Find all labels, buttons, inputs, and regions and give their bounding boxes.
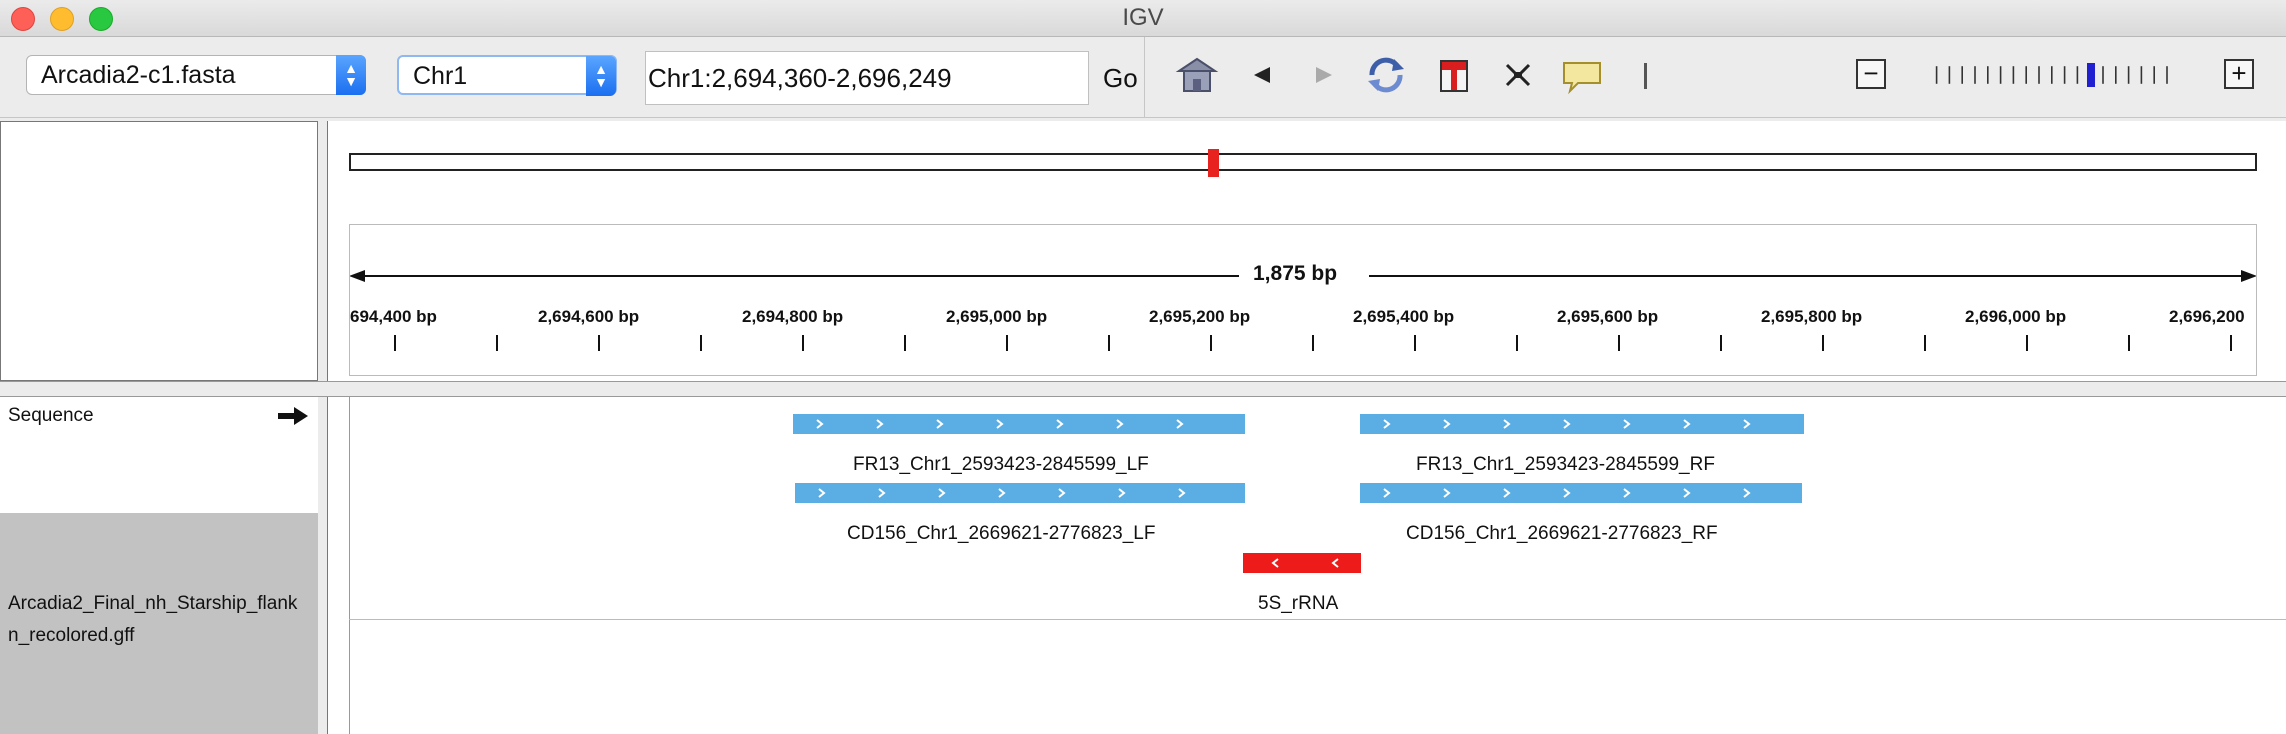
chevron-updown-icon: ▲ ▼ <box>586 56 616 96</box>
chromosome-dropdown[interactable]: Chr1 ▲ ▼ <box>397 55 617 96</box>
feature-fr13-lf[interactable] <box>793 414 1245 434</box>
feature-label: CD156_Chr1_2669621-2776823_LF <box>847 523 1156 544</box>
home-icon[interactable] <box>1175 55 1219 95</box>
window-titlebar: IGV <box>0 0 2286 37</box>
go-button[interactable]: Go <box>1103 63 1138 94</box>
zoom-slider-thumb[interactable] <box>2087 63 2095 87</box>
gff-track-label-line1: Arcadia2_Final_nh_Starship_flank <box>8 593 298 614</box>
track-separator <box>349 619 2286 620</box>
chevron-updown-icon: ▲ ▼ <box>336 55 366 95</box>
ruler-line-icon[interactable] <box>1640 55 1650 95</box>
name-panel-splitter[interactable] <box>318 121 327 734</box>
toolbar: Arcadia2-c1.fasta ▲ ▼ Chr1 ▲ ▼ Chr1:2,694,… <box>0 37 2286 118</box>
forward-arrow-icon[interactable] <box>1312 55 1336 95</box>
track-data-panel: FR13_Chr1_2593423-2845599_LF FR13_Chr1_2… <box>327 397 2286 734</box>
feature-fr13-rf[interactable] <box>1360 414 1804 434</box>
feature-label: FR13_Chr1_2593423-2845599_RF <box>1416 454 1715 475</box>
chromosome-ideogram[interactable] <box>349 153 2257 171</box>
panel-splitter[interactable] <box>0 381 2286 397</box>
feature-label: CD156_Chr1_2669621-2776823_RF <box>1406 523 1718 544</box>
back-arrow-icon[interactable] <box>1250 55 1274 95</box>
genome-dropdown[interactable]: Arcadia2-c1.fasta ▲ ▼ <box>26 55 366 95</box>
feature-5s-rrna[interactable] <box>1243 553 1361 573</box>
zoom-in-button[interactable]: + <box>2224 59 2254 89</box>
ruler-frame <box>349 224 2257 376</box>
refresh-icon[interactable] <box>1364 55 1408 95</box>
gff-track-label-line2: n_recolored.gff <box>8 625 135 646</box>
gff-track-name[interactable]: Arcadia2_Final_nh_Starship_flank n_recol… <box>0 513 318 734</box>
sequence-track-label[interactable]: Sequence <box>8 405 94 427</box>
strand-arrow-icon[interactable] <box>276 405 310 427</box>
chromosome-dropdown-value: Chr1 <box>413 62 468 90</box>
track-left-border <box>349 397 350 734</box>
popup-info-icon[interactable] <box>1560 55 1604 95</box>
zoom-slider[interactable] <box>1905 63 2205 87</box>
current-region-marker <box>1208 149 1219 177</box>
window-title: IGV <box>1122 4 1164 31</box>
genome-dropdown-value: Arcadia2-c1.fasta <box>41 61 236 89</box>
resize-to-window-icon[interactable] <box>1503 55 1533 95</box>
feature-cd156-rf[interactable] <box>1360 483 1802 503</box>
header-name-panel <box>0 121 318 381</box>
zoom-out-button[interactable]: − <box>1856 59 1886 89</box>
locus-input[interactable]: Chr1:2,694,360-2,696,249 <box>645 51 1089 105</box>
region-of-interest-icon[interactable] <box>1438 55 1470 95</box>
feature-cd156-lf[interactable] <box>795 483 1245 503</box>
toolbar-divider <box>1144 37 1145 117</box>
feature-label: 5S_rRNA <box>1258 593 1339 614</box>
feature-label: FR13_Chr1_2593423-2845599_LF <box>853 454 1149 475</box>
header-data-panel: 1,875 bp 694,400 bp 2,694,600 bp 2,694,8… <box>327 121 2286 381</box>
